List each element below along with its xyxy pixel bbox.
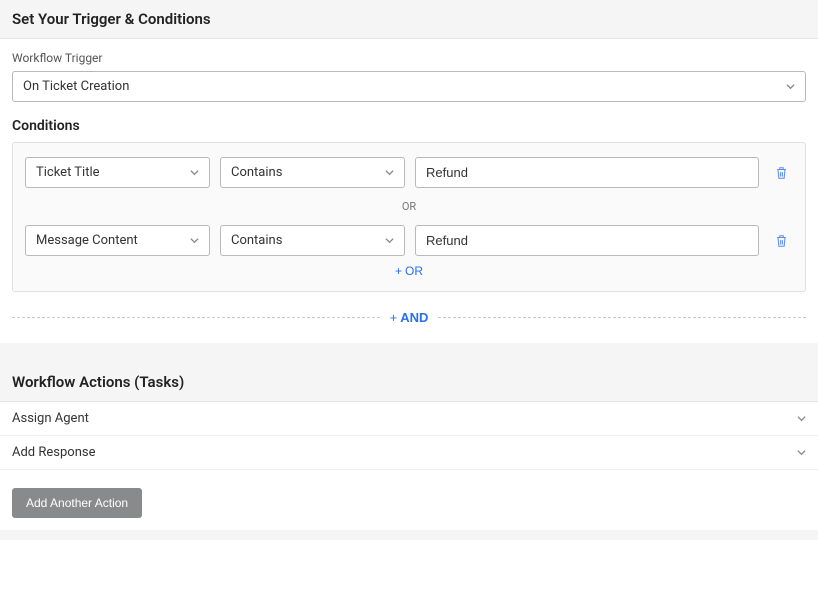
- conditions-title: Conditions: [12, 118, 806, 134]
- conditions-group: Ticket Title Contains OR Message Content…: [12, 142, 806, 292]
- workflow-trigger-value: On Ticket Creation: [23, 79, 785, 94]
- condition-field-select[interactable]: Ticket Title: [25, 157, 210, 188]
- plus-icon: +: [390, 310, 398, 325]
- action-item-add-response[interactable]: Add Response: [0, 436, 818, 470]
- add-another-action-button[interactable]: Add Another Action: [12, 488, 142, 518]
- actions-section-title: Workflow Actions (Tasks): [12, 373, 806, 391]
- trash-icon: [775, 166, 788, 180]
- chevron-down-icon: [384, 168, 394, 178]
- action-item-label: Add Response: [12, 445, 95, 460]
- chevron-down-icon: [189, 168, 199, 178]
- condition-operator-select[interactable]: Contains: [220, 225, 405, 256]
- chevron-down-icon: [384, 236, 394, 246]
- section-spacer: [0, 343, 818, 363]
- chevron-down-icon: [796, 448, 806, 458]
- chevron-down-icon: [785, 82, 795, 92]
- trigger-section-title: Set Your Trigger & Conditions: [12, 10, 806, 28]
- footer-spacer: [0, 530, 818, 540]
- condition-field-value: Message Content: [36, 233, 189, 248]
- and-separator: +AND: [12, 310, 806, 325]
- add-or-label: OR: [405, 264, 423, 278]
- chevron-down-icon: [189, 236, 199, 246]
- condition-operator-value: Contains: [231, 233, 384, 248]
- workflow-trigger-select[interactable]: On Ticket Creation: [12, 71, 806, 102]
- dash-line: [438, 317, 806, 318]
- add-or-button[interactable]: +OR: [395, 264, 423, 278]
- add-or-row: +OR: [25, 256, 793, 281]
- add-and-label: AND: [400, 310, 428, 325]
- workflow-trigger-label: Workflow Trigger: [12, 51, 806, 65]
- actions-section-header: Workflow Actions (Tasks): [0, 363, 818, 402]
- trigger-section-body: Workflow Trigger On Ticket Creation Cond…: [0, 39, 818, 343]
- delete-condition-button[interactable]: [769, 161, 793, 185]
- delete-condition-button[interactable]: [769, 229, 793, 253]
- condition-field-select[interactable]: Message Content: [25, 225, 210, 256]
- action-item-assign-agent[interactable]: Assign Agent: [0, 402, 818, 436]
- condition-row: Ticket Title Contains: [25, 157, 793, 188]
- or-separator: OR: [25, 188, 793, 225]
- add-and-button[interactable]: +AND: [380, 310, 439, 325]
- plus-icon: +: [395, 264, 402, 278]
- condition-value-input[interactable]: [415, 225, 759, 256]
- condition-row: Message Content Contains: [25, 225, 793, 256]
- condition-field-value: Ticket Title: [36, 165, 189, 180]
- condition-value-input[interactable]: [415, 157, 759, 188]
- condition-operator-select[interactable]: Contains: [220, 157, 405, 188]
- chevron-down-icon: [796, 414, 806, 424]
- dash-line: [12, 317, 380, 318]
- trigger-section-header: Set Your Trigger & Conditions: [0, 0, 818, 39]
- trash-icon: [775, 234, 788, 248]
- action-item-label: Assign Agent: [12, 411, 89, 426]
- condition-operator-value: Contains: [231, 165, 384, 180]
